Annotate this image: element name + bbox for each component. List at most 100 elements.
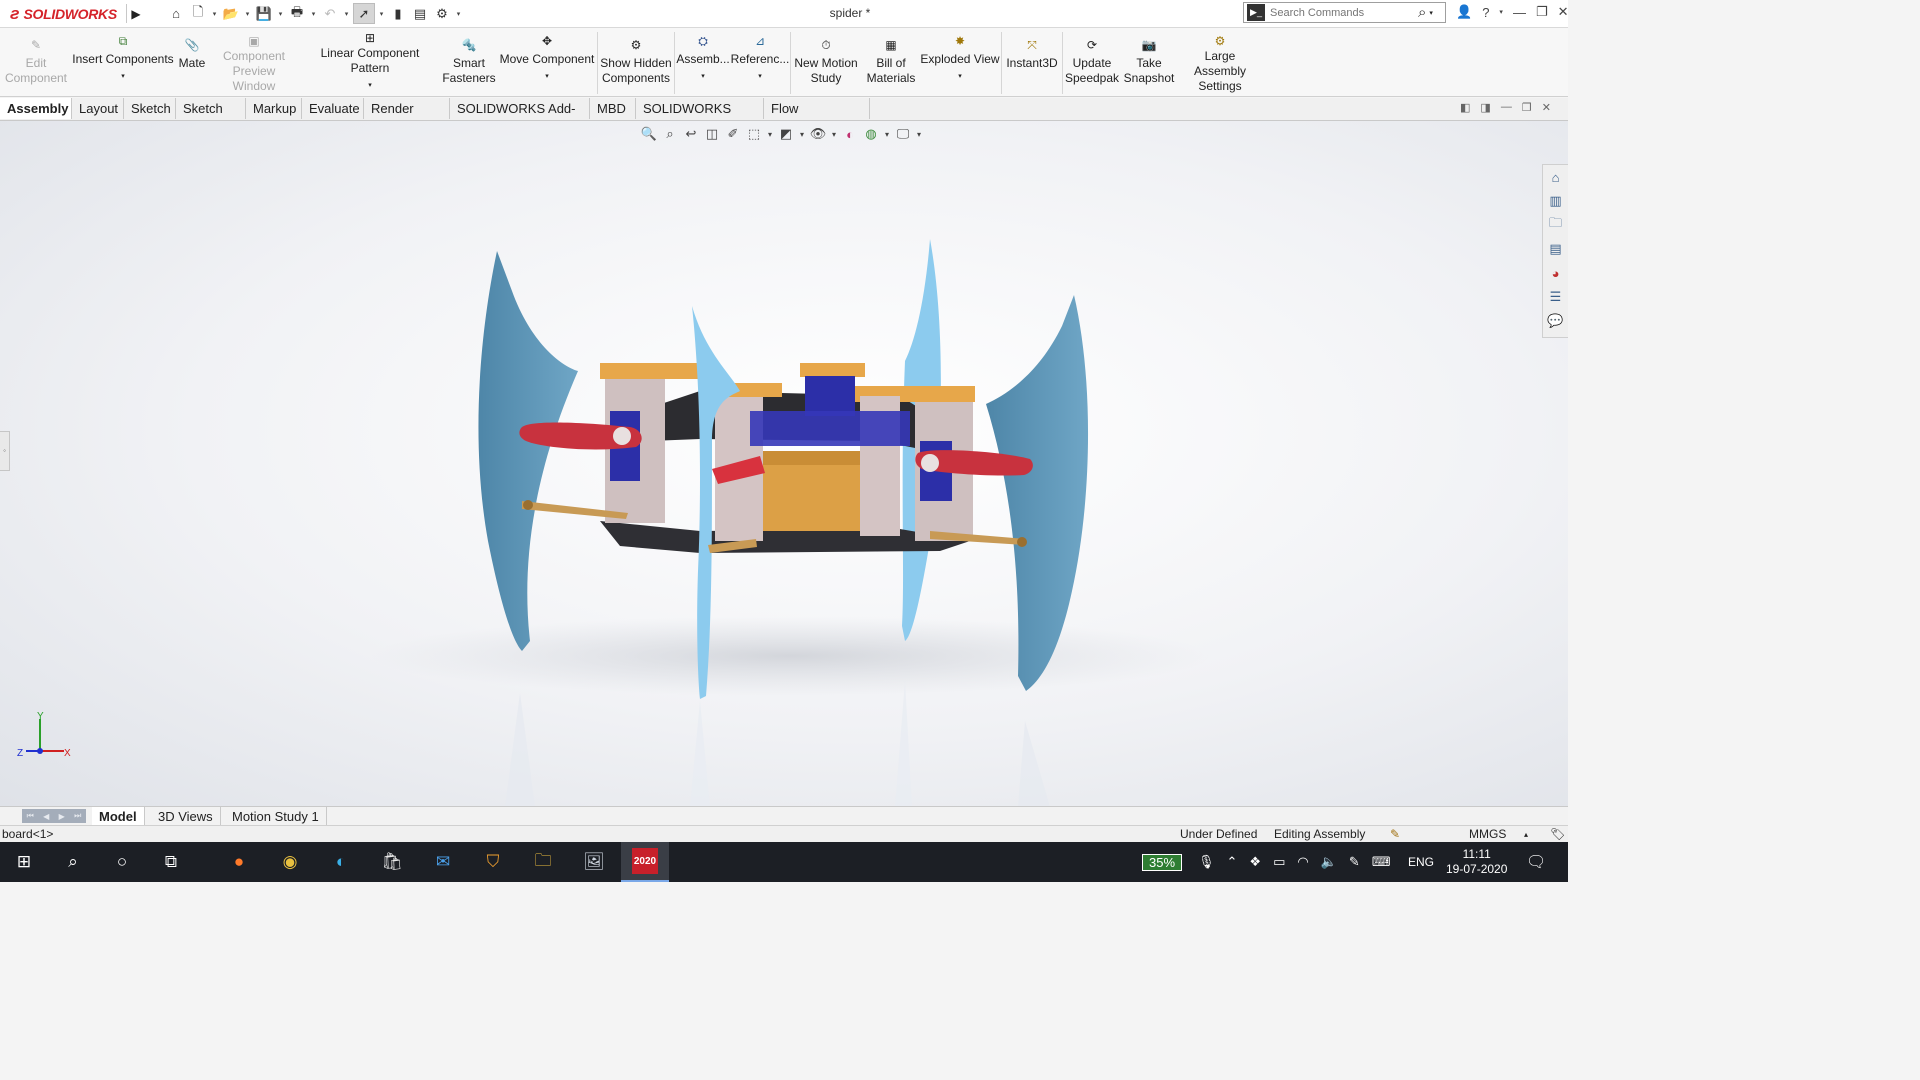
spider-robot-model[interactable]: Y X Z [0,121,1568,807]
battery-top [760,451,870,465]
notifications-icon[interactable]: 🗨 [1526,842,1546,882]
taskbar-search-icon[interactable]: ⌕ [49,842,97,882]
prev-tab-icon[interactable]: ◀ [43,812,49,821]
mail-icon[interactable]: ✉ [419,842,467,882]
pen-icon[interactable]: ✎ [1349,854,1360,870]
bill-of-materials-button[interactable]: ▦ Bill of Materials [862,34,920,94]
minimize-icon[interactable]: — [1513,5,1526,20]
volume-icon[interactable]: 🔈 [1321,854,1337,870]
chevron-down-icon[interactable]: ▾ [701,73,705,81]
file-explorer-taskbar-icon[interactable]: 🗀 [519,842,567,882]
restore-icon[interactable]: ❐ [1536,4,1548,20]
tab-layout[interactable]: Layout [72,98,124,119]
user-icon[interactable]: 👤 [1456,4,1472,20]
tooltip-toggle-icon[interactable]: 🏷 [1550,826,1565,843]
component-preview-button[interactable]: ▣ Component Preview Window [210,34,298,94]
show-hidden-components-button[interactable]: ⚙ Show Hidden Components [600,34,672,94]
chevron-down-icon[interactable]: ▾ [758,73,762,81]
windows-start-icon[interactable]: ⊞ [0,842,48,882]
tab-3d-views[interactable]: 3D Views [151,807,221,826]
chevron-down-icon[interactable]: ▾ [958,73,962,81]
right-horn-hub [921,454,939,472]
tab-sketch-ink[interactable]: Sketch Ink [176,98,246,137]
chrome-icon[interactable]: ◉ [266,842,314,882]
smart-fasteners-button[interactable]: 🔩 Smart Fasteners [442,34,496,94]
next-tab-icon[interactable]: ▶ [59,812,65,821]
assembly-features-button[interactable]: ⛭ Assemb... ▾ [676,30,730,90]
solidworks-taskbar-icon[interactable]: 2020 [621,842,669,882]
battery-percent: 35% [1142,853,1183,871]
help-icon[interactable]: ? [1482,5,1489,20]
chevron-down-icon[interactable]: ▾ [545,73,549,81]
battery-indicator[interactable]: 35% [1142,842,1183,882]
rebuild-status-icon[interactable]: ✎ [1390,826,1400,843]
chevron-down-icon[interactable]: ▾ [368,82,372,90]
keyboard-icon[interactable]: ⌨ [1372,854,1391,870]
firefox-icon[interactable]: ● [215,842,263,882]
doc-close-icon[interactable]: ✕ [1542,101,1551,114]
search-mode-icon[interactable]: ▶_ [1247,4,1265,21]
security-shield-icon[interactable]: ⛉ [469,842,517,882]
dropbox-icon[interactable]: ❖ [1249,854,1261,870]
store-icon[interactable]: 🛍 [368,842,416,882]
doc-restore-icon[interactable]: ❐ [1522,101,1532,114]
model-tabs-bar: ⏮ ◀ ▶ ⏭ Model 3D Views Motion Study 1 [0,806,1568,826]
move-component-button[interactable]: ✥ Move Component ▾ [498,30,596,90]
microphone-icon[interactable]: 🎙 [1198,854,1215,870]
mate-button[interactable]: 📎 Mate [176,34,208,94]
bom-table-icon: ▦ [885,37,897,52]
tab-render-tools[interactable]: Render Tools [364,98,450,137]
center-servo [805,376,855,416]
take-snapshot-button[interactable]: 📷 Take Snapshot [1122,34,1176,94]
instant3d-button[interactable]: ⤧ Instant3D [1004,34,1060,94]
large-assembly-settings-button[interactable]: ⚙ Large Assembly Settings [1178,34,1262,94]
last-tab-icon[interactable]: ⏭ [74,811,81,821]
first-tab-icon[interactable]: ⏮ [27,811,34,821]
status-units[interactable]: MMGS [1469,826,1506,843]
exploded-view-button[interactable]: ✸ Exploded View ▾ [920,30,1000,90]
tab-solidworks-add-ins[interactable]: SOLIDWORKS Add-Ins [450,98,590,137]
reference-geometry-button[interactable]: ⊿ Referenc... ▾ [731,30,790,90]
tab-solidworks-cam[interactable]: SOLIDWORKS CAM [636,98,764,137]
tab-sketch[interactable]: Sketch [124,98,176,119]
tab-scroll-arrows[interactable]: ⏮ ◀ ▶ ⏭ [22,809,86,823]
update-speedpak-button[interactable]: ⟳ Update Speedpak [1064,34,1120,94]
edit-component-button[interactable]: ✎ Edit Component [4,34,68,94]
tab-motion-study-1[interactable]: Motion Study 1 [225,807,327,826]
search-input[interactable] [1268,5,1412,20]
search-dropdown-icon[interactable]: ▾ [1429,9,1433,17]
new-motion-study-button[interactable]: ⏱ New Motion Study [792,34,860,94]
wifi-icon[interactable]: ◠ [1297,854,1308,870]
search-icon[interactable]: ⌕ [1418,4,1426,21]
triad-y-label: Y [37,711,44,722]
left-outer-fin[interactable] [478,251,578,651]
tab-assembly[interactable]: Assembly [0,98,72,119]
photos-icon[interactable]: 🖼 [570,842,618,882]
tile-right-icon[interactable]: ◨ [1480,101,1490,114]
clock[interactable]: 11:11 19-07-2020 [1446,842,1507,882]
chevron-down-icon[interactable]: ▾ [121,73,125,81]
close-icon[interactable]: ✕ [1558,4,1569,20]
battery-icon[interactable]: ▭ [1273,854,1285,870]
tab-markup[interactable]: Markup [246,98,302,119]
task-view-icon[interactable]: ⧉ [147,842,195,882]
show-hidden-tray-icon[interactable]: ⌃ [1227,854,1238,870]
tab-mbd[interactable]: MBD [590,98,636,119]
linear-pattern-icon: ⊞ [364,30,376,45]
cortana-icon[interactable]: ○ [98,842,146,882]
graphics-area[interactable]: 🔍 ⌕ ↩ ◫ ✐ ⬚ ▾ ◩ ▾ 👁 ▾ ◐ ◍ ▾ 🖵 ▾ ◦ ⌂ ▥ 🗀 … [0,121,1568,807]
tab-flow-simulation[interactable]: Flow Simulation [764,98,870,137]
edge-icon[interactable]: ◐ [317,842,365,882]
help-dropdown-icon[interactable]: ▾ [1499,8,1503,16]
search-commands-box[interactable]: ▶_ ⌕ ▾ [1243,2,1446,23]
linear-pattern-button[interactable]: ⊞ Linear Component Pattern ▾ [300,30,440,90]
command-manager-tabs: Assembly Layout Sketch Sketch Ink Markup… [0,98,1568,137]
tab-evaluate[interactable]: Evaluate [302,98,364,119]
language-indicator[interactable]: ENG [1408,842,1434,882]
tab-model[interactable]: Model [92,807,145,826]
tile-left-icon[interactable]: ◧ [1460,101,1470,114]
insert-components-button[interactable]: ⧉ Insert Components ▾ [72,30,174,90]
doc-minimize-icon[interactable]: — [1501,101,1512,114]
units-dropdown-icon[interactable]: ▴ [1524,826,1528,843]
speedpak-icon: ⟳ [1086,37,1098,52]
